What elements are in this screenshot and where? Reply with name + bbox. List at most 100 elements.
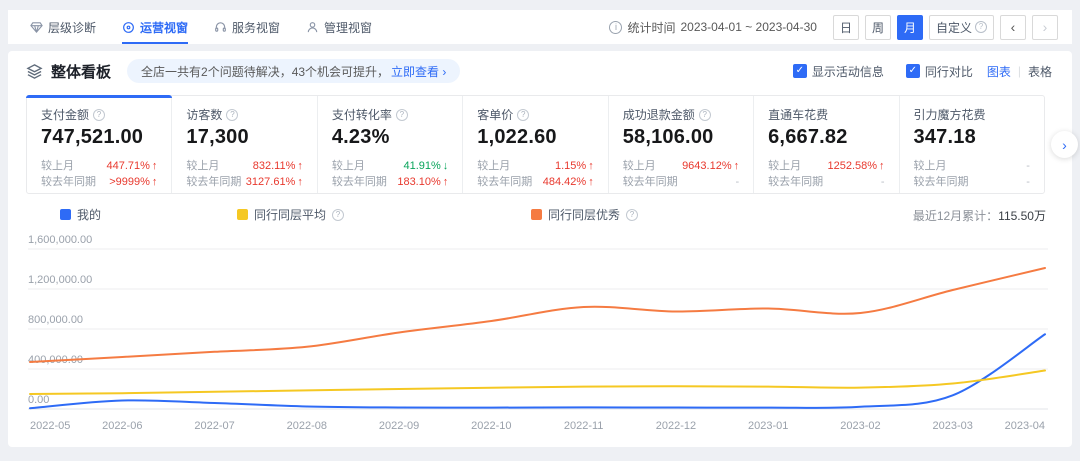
yoy-label: 较去年同期 <box>623 174 678 190</box>
mom-label: 较上月 <box>332 158 365 174</box>
svg-text:2023-03: 2023-03 <box>933 420 973 432</box>
yoy-label: 较去年同期 <box>41 174 96 190</box>
svg-text:1,600,000.00: 1,600,000.00 <box>28 234 92 246</box>
up-arrow-icon: ↑ <box>152 158 158 174</box>
activity-info-checkbox-group: ✓ 显示活动信息 <box>793 63 884 80</box>
mom-delta: 832.11%↑ <box>253 158 303 174</box>
mom-label: 较上月 <box>914 158 947 174</box>
legend-swatch <box>60 209 71 220</box>
up-arrow-icon: ↑ <box>443 174 449 190</box>
kpi-value: 4.23% <box>332 126 448 149</box>
kpi-title: 支付转化率 <box>332 106 392 123</box>
page-title: 整体看板 <box>51 61 111 82</box>
activity-info-label: 显示活动信息 <box>812 63 884 80</box>
legend-swatch <box>531 209 542 220</box>
view-mode-chart[interactable]: 图表 <box>987 63 1011 80</box>
mom-label: 较上月 <box>41 158 74 174</box>
svg-text:2022-07: 2022-07 <box>194 420 234 432</box>
kpi-card-strip: 支付金额? 747,521.00 较上月447.71%↑ 较去年同期>9999%… <box>26 95 1045 194</box>
down-arrow-icon: ↓ <box>443 158 449 174</box>
svg-text:2023-04: 2023-04 <box>1005 420 1045 432</box>
header-controls: ✓ 显示活动信息 ✓ 同行对比 图表 | 表格 <box>771 63 1052 80</box>
mom-delta: 1.15%↑ <box>555 158 594 174</box>
kpi-card-refund-amount[interactable]: 成功退款金额? 58,106.00 较上月9643.12%↑ 较去年同期- <box>609 96 754 193</box>
svg-text:2022-12: 2022-12 <box>656 420 696 432</box>
prev-period-button[interactable]: ‹ <box>1000 15 1026 40</box>
help-circle-icon[interactable]: ? <box>699 109 711 121</box>
period-custom-button[interactable]: 自定义 ? <box>929 15 994 40</box>
period-day-button[interactable]: 日 <box>833 15 859 40</box>
legend-item-peer-average[interactable]: 同行同层平均 ? <box>237 206 344 223</box>
help-circle-icon[interactable]: ? <box>332 209 344 221</box>
kpi-card-visitors[interactable]: 访客数? 17,300 较上月832.11%↑ 较去年同期3127.61%↑ <box>172 96 317 193</box>
up-arrow-icon: ↑ <box>879 158 885 174</box>
peer-compare-checkbox[interactable]: ✓ <box>906 64 920 78</box>
up-arrow-icon: ↑ <box>734 158 740 174</box>
legend-item-peer-excellent[interactable]: 同行同层优秀 ? <box>531 206 638 223</box>
help-circle-icon[interactable]: ? <box>517 109 529 121</box>
up-arrow-icon: ↑ <box>588 174 594 190</box>
kpi-value: 58,106.00 <box>623 126 739 149</box>
view-now-link[interactable]: 立即查看 › <box>391 63 446 80</box>
info-circle-icon[interactable]: i <box>609 21 622 34</box>
gem-icon <box>30 21 43 34</box>
layers-icon <box>26 63 43 80</box>
kpi-card-ztc-spend[interactable]: 直通车花费 6,667.82 较上月1252.58%↑ 较去年同期- <box>754 96 899 193</box>
mom-delta: 9643.12%↑ <box>682 158 739 174</box>
yoy-delta: >9999%↑ <box>109 174 157 190</box>
stat-time-label: 统计时间 <box>627 19 675 36</box>
notice-text: 全店一共有2个问题待解决，43个机会可提升， <box>141 63 389 80</box>
mom-label: 较上月 <box>623 158 656 174</box>
yoy-delta: 484.42%↑ <box>543 174 594 190</box>
yoy-label: 较去年同期 <box>768 174 823 190</box>
kpi-title: 成功退款金额 <box>623 106 695 123</box>
yoy-label: 较去年同期 <box>914 174 969 190</box>
up-arrow-icon: ↑ <box>297 158 303 174</box>
view-mode-table[interactable]: 表格 <box>1028 63 1052 80</box>
mom-label: 较上月 <box>477 158 510 174</box>
chevron-right-icon: › <box>1062 137 1067 153</box>
stat-time: i 统计时间 2023-04-01 ~ 2023-04-30 <box>609 19 816 36</box>
kpi-value: 347.18 <box>914 126 1030 149</box>
help-circle-icon[interactable]: ? <box>226 109 238 121</box>
help-circle-icon[interactable]: ? <box>396 109 408 121</box>
kpi-value: 17,300 <box>186 126 302 149</box>
kpi-card-avg-order-value[interactable]: 客单价? 1,022.60 较上月1.15%↑ 较去年同期484.42%↑ <box>463 96 608 193</box>
kpi-value: 747,521.00 <box>41 126 157 149</box>
tab-label: 服务视窗 <box>232 19 280 36</box>
board-header: 整体看板 全店一共有2个问题待解决，43个机会可提升， 立即查看 › ✓ 显示活… <box>8 51 1072 91</box>
help-circle-icon[interactable]: ? <box>626 209 638 221</box>
yoy-delta: 183.10%↑ <box>397 174 448 190</box>
tab-service-view[interactable]: 服务视窗 <box>214 10 280 44</box>
mom-delta: 447.71%↑ <box>106 158 157 174</box>
kpi-title: 访客数 <box>186 106 222 123</box>
legend-label: 同行同层平均 <box>254 206 326 223</box>
tab-management-view[interactable]: 管理视窗 <box>306 10 372 44</box>
up-arrow-icon: ↑ <box>152 174 158 190</box>
tab-level-diagnosis[interactable]: 层级诊断 <box>30 10 96 44</box>
svg-text:800,000.00: 800,000.00 <box>28 314 83 326</box>
top-navigation-bar: 层级诊断 运营视窗 服务视窗 管理视窗 i 统计时间 2023-04-01 ~ … <box>8 10 1072 44</box>
legend-item-mine[interactable]: 我的 <box>60 206 101 223</box>
next-period-button[interactable]: › <box>1032 15 1058 40</box>
mom-delta: - <box>1026 158 1030 174</box>
trend-chart[interactable]: 0.00400,000.00800,000.001,200,000.001,60… <box>8 231 1072 445</box>
kpi-card-conversion-rate[interactable]: 支付转化率? 4.23% 较上月41.91%↓ 较去年同期183.10%↑ <box>318 96 463 193</box>
tab-label: 运营视窗 <box>140 19 188 36</box>
period-week-button[interactable]: 周 <box>865 15 891 40</box>
date-controls: i 统计时间 2023-04-01 ~ 2023-04-30 日 周 月 自定义… <box>609 15 1058 40</box>
yoy-label: 较去年同期 <box>186 174 241 190</box>
person-icon <box>306 21 319 34</box>
tab-operations-view[interactable]: 运营视窗 <box>122 10 188 44</box>
period-month-button[interactable]: 月 <box>897 15 923 40</box>
kpi-card-ylmf-spend[interactable]: 引力魔方花费 347.18 较上月- 较去年同期- <box>900 96 1044 193</box>
up-arrow-icon: ↑ <box>297 174 303 190</box>
kpi-card-payment-amount[interactable]: 支付金额? 747,521.00 较上月447.71%↑ 较去年同期>9999%… <box>27 96 172 193</box>
kpi-carousel-next-button[interactable]: › <box>1051 131 1078 158</box>
yoy-delta: - <box>881 174 885 190</box>
activity-info-checkbox[interactable]: ✓ <box>793 64 807 78</box>
period-custom-label: 自定义 <box>936 19 972 36</box>
mom-delta: 1252.58%↑ <box>827 158 884 174</box>
help-circle-icon[interactable]: ? <box>93 109 105 121</box>
yoy-delta: - <box>1026 174 1030 190</box>
